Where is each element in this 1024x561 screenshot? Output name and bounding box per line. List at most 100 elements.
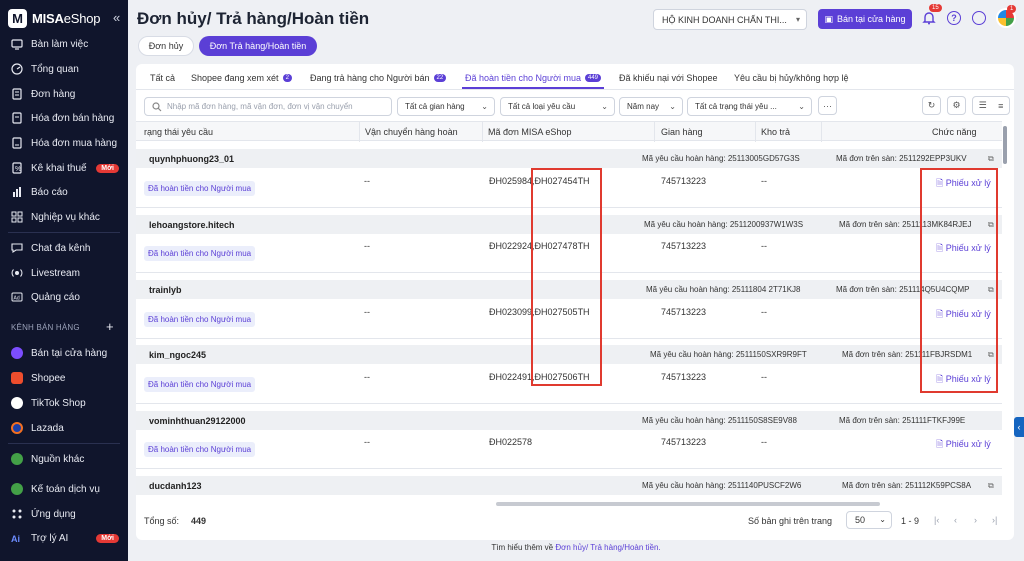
prev-page-icon[interactable]: ‹ <box>954 515 957 525</box>
platform-order: Mã đơn trên sàn: 251111FTKFJ99E <box>839 416 965 425</box>
sidebar-item-ads[interactable]: Ad Quảng cáo <box>11 291 123 303</box>
column-header[interactable]: Mã đơn MISA eShop <box>488 127 571 137</box>
horizontal-scrollbar[interactable] <box>496 502 880 506</box>
view-toggle[interactable]: ☰ ≡ <box>972 96 1010 115</box>
new-badge: Mới <box>96 163 119 173</box>
list-view-icon[interactable]: ☰ <box>979 100 987 111</box>
bell-icon[interactable] <box>922 11 936 25</box>
table-group-header: vominhthuan29122000 Mã yêu cầu hoàn hàng… <box>136 411 1002 430</box>
help-icon[interactable]: ? <box>947 11 961 25</box>
request-code-label: Mã yêu cầu hoàn hàng: <box>650 350 734 359</box>
last-page-icon[interactable]: ›| <box>992 515 997 525</box>
copy-icon[interactable]: ⧉ <box>988 154 994 164</box>
sidebar-item-store[interactable]: Bán tại cửa hàng <box>11 347 123 359</box>
sidebar-item-label: Bàn làm việc <box>31 38 89 50</box>
platform-order-label: Mã đơn trên sàn: <box>836 154 897 163</box>
desk-icon <box>11 39 23 50</box>
sidebar-item-label: Chat đa kênh <box>31 242 91 254</box>
svg-text:%: % <box>15 166 21 173</box>
processing-slip-link[interactable]: 🗎 Phiếu xử lý <box>936 437 991 453</box>
column-header[interactable]: Kho trả <box>761 127 790 137</box>
active-tab-indicator <box>462 87 604 89</box>
buyer-name: vominhthuan29122000 <box>149 416 246 426</box>
copy-icon[interactable]: ⧉ <box>988 481 994 491</box>
tab-return-refund[interactable]: Đơn Trả hàng/Hoàn tiền <box>199 36 317 56</box>
request-code-value: 2511150SXR9R9FT <box>735 350 807 359</box>
tab-cancelled-orders[interactable]: Đơn hủy <box>138 36 194 56</box>
footer-help-link[interactable]: Đơn hủy/ Trả hàng/Hoàn tiền. <box>555 543 660 552</box>
status-badge: Đã hoàn tiền cho Người mua <box>144 442 256 457</box>
avatar-badge: 1 <box>1007 5 1017 13</box>
request-code: Mã yêu cầu hoàn hàng: 2511150SXR9R9FT <box>650 350 807 359</box>
sidebar-item-purchase-invoice[interactable]: Hóa đơn mua hàng <box>11 137 123 149</box>
logo[interactable]: M MISAeShop <box>8 9 100 28</box>
store-filter[interactable]: Tất cả gian hàng ⌄ <box>397 97 495 116</box>
add-channel-icon[interactable]: + <box>106 319 114 334</box>
sidebar-item-reports[interactable]: Báo cáo <box>11 186 123 198</box>
search-input[interactable]: Nhập mã đơn hàng, mã vận đơn, đơn vị vận… <box>144 97 392 116</box>
sidebar-item-label: Quảng cáo <box>31 291 80 303</box>
highlight-box-misa-orders <box>531 168 602 386</box>
next-page-icon[interactable]: › <box>974 515 977 525</box>
count-badge: 449 <box>585 74 602 82</box>
collapse-sidebar-icon[interactable]: « <box>113 10 120 25</box>
sidebar-item-lazada[interactable]: Lazada <box>11 422 123 434</box>
store-cell: 745713223 <box>661 176 707 186</box>
column-header[interactable]: Gian hàng <box>661 127 703 137</box>
sidebar-item-desk[interactable]: Bàn làm việc <box>11 38 123 50</box>
store-sale-button[interactable]: ▣ Bán tại cửa hàng <box>818 9 912 29</box>
sidebar-item-sales-invoice[interactable]: Hóa đơn bán hàng <box>11 112 123 124</box>
compact-view-icon[interactable]: ≡ <box>998 101 1003 111</box>
sidebar-item-apps[interactable]: Ứng dụng <box>11 508 123 520</box>
column-header[interactable]: Chức năng <box>932 127 977 137</box>
side-panel-toggle[interactable]: ‹ <box>1014 417 1024 437</box>
sidebar-item-other[interactable]: Nghiệp vụ khác <box>11 211 123 223</box>
buyer-name: trainlyb <box>149 285 182 295</box>
column-header[interactable]: Vận chuyển hàng hoàn <box>365 127 458 137</box>
status-filter[interactable]: Tất cả trạng thái yêu ... ⌄ <box>687 97 812 116</box>
subtab-shopee-review[interactable]: Shopee đang xem xét 2 <box>191 73 292 83</box>
request-type-filter[interactable]: Tất cả loại yêu cầu ⌄ <box>500 97 615 116</box>
warehouse-cell: -- <box>761 307 767 317</box>
sidebar-item-other-source[interactable]: Nguồn khác <box>11 453 123 465</box>
shipping-cell: -- <box>364 307 370 317</box>
first-page-icon[interactable]: |‹ <box>934 515 939 525</box>
order-icon <box>12 88 22 100</box>
sidebar-item-label: Trợ lý AI <box>31 532 69 544</box>
request-code-label: Mã yêu cầu hoàn hàng: <box>642 416 726 425</box>
subtab-complaint[interactable]: Đã khiếu nại với Shopee <box>619 73 717 83</box>
sidebar: M MISAeShop « Bàn làm việc Tổng quan Đơn… <box>0 0 128 561</box>
subtab-refunded[interactable]: Đã hoàn tiền cho Người mua 449 <box>465 73 602 83</box>
subtab-all[interactable]: Tất cả <box>150 73 175 83</box>
purchase-invoice-icon <box>12 137 22 149</box>
more-filters-button[interactable]: ··· <box>818 96 837 115</box>
refresh-icon[interactable]: ↻ <box>922 96 941 115</box>
logo-suffix: eShop <box>63 11 101 26</box>
settings-icon[interactable]: ⚙ <box>947 96 966 115</box>
per-page-select[interactable]: 50 ⌄ <box>846 511 892 529</box>
store-select[interactable]: HỘ KINH DOANH CHẤN THI... ▾ <box>653 9 807 30</box>
column-header[interactable]: rạng thái yêu cầu <box>144 127 213 137</box>
column-divider <box>482 122 483 142</box>
sidebar-item-livestream[interactable]: Livestream <box>11 267 123 279</box>
request-code: Mã yêu cầu hoàn hàng: 2511150S8SE9V88 <box>642 416 797 425</box>
sidebar-item-accounting[interactable]: Kế toán dịch vụ <box>11 483 123 495</box>
tax-icon: % <box>12 162 22 174</box>
request-code-label: Mã yêu cầu hoàn hàng: <box>646 285 730 294</box>
sidebar-item-tax[interactable]: % Kê khai thuế Mới <box>11 162 123 174</box>
subtab-divider <box>136 89 1014 90</box>
request-code-label: Mã yêu cầu hoàn hàng: <box>642 481 726 490</box>
period-filter[interactable]: Năm nay ⌄ <box>619 97 683 116</box>
store-cell: 745713223 <box>661 307 707 317</box>
buyer-name: lehoangstore.hitech <box>149 220 235 230</box>
sidebar-item-orders[interactable]: Đơn hàng <box>11 88 123 100</box>
sidebar-item-chat[interactable]: Chat đa kênh <box>11 242 123 254</box>
more-icon[interactable] <box>972 11 986 25</box>
subtab-invalid[interactable]: Yêu cầu bị hủy/không hợp lệ <box>734 73 848 83</box>
sidebar-item-tiktok[interactable]: TikTok Shop <box>11 397 123 409</box>
table-group-header: quynhphuong23_01 Mã yêu cầu hoàn hàng: 2… <box>136 149 1002 168</box>
sidebar-item-overview[interactable]: Tổng quan <box>11 63 123 75</box>
vertical-scrollbar[interactable] <box>1003 126 1007 164</box>
subtab-returning[interactable]: Đang trả hàng cho Người bán 22 <box>310 73 447 83</box>
sidebar-item-shopee[interactable]: Shopee <box>11 372 123 384</box>
